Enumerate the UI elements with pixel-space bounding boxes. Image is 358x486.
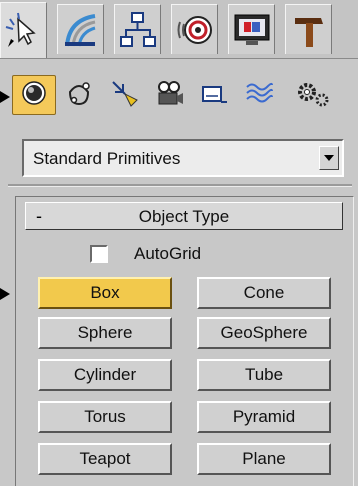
- shapes-button[interactable]: [57, 75, 101, 115]
- plane-button[interactable]: Plane: [197, 443, 331, 475]
- rollout-title: Object Type: [138, 207, 230, 226]
- cameras-icon: [154, 78, 184, 113]
- tube-button[interactable]: Tube: [197, 359, 331, 391]
- shapes-icon: [64, 78, 94, 113]
- modify-tab-icon: [61, 10, 101, 50]
- create-tab[interactable]: [0, 2, 47, 58]
- pyramid-button[interactable]: Pyramid: [197, 401, 331, 433]
- space-warps-icon: [244, 78, 274, 113]
- systems-button[interactable]: [282, 75, 342, 115]
- display-tab[interactable]: [228, 4, 275, 54]
- box-button[interactable]: Box: [38, 277, 172, 309]
- display-tab-icon: [232, 10, 272, 50]
- geometry-icon: [19, 78, 49, 113]
- active-category-arrow: [0, 91, 10, 103]
- helpers-icon: [199, 78, 229, 113]
- systems-icon: [295, 78, 329, 113]
- cone-button[interactable]: Cone: [197, 277, 331, 309]
- lights-icon: [109, 78, 139, 113]
- geometry-button[interactable]: [12, 75, 56, 115]
- motion-tab[interactable]: [171, 4, 218, 54]
- utilities-tab-icon: [289, 10, 329, 50]
- chevron-down-icon: [323, 149, 335, 167]
- autogrid-checkbox[interactable]: [90, 245, 108, 263]
- primitives-type-dropdown[interactable]: Standard Primitives: [22, 139, 344, 177]
- cameras-button[interactable]: [147, 75, 191, 115]
- helpers-button[interactable]: [192, 75, 236, 115]
- category-toolbar: [0, 62, 358, 128]
- teapot-button[interactable]: Teapot: [38, 443, 172, 475]
- dropdown-toggle-button[interactable]: [319, 146, 339, 170]
- space-warps-button[interactable]: [237, 75, 281, 115]
- hierarchy-tab[interactable]: [114, 4, 161, 54]
- autogrid-label: AutoGrid: [134, 244, 202, 263]
- command-panel-tabs: [0, 0, 358, 59]
- geosphere-button[interactable]: GeoSphere: [197, 317, 331, 349]
- cylinder-button[interactable]: Cylinder: [38, 359, 172, 391]
- object-type-rollout-header[interactable]: - Object Type: [25, 202, 343, 230]
- lights-button[interactable]: [102, 75, 146, 115]
- dropdown-selected-value: Standard Primitives: [33, 149, 181, 168]
- modify-tab[interactable]: [57, 4, 104, 54]
- motion-tab-icon: [175, 10, 215, 50]
- utilities-tab[interactable]: [285, 4, 332, 54]
- torus-button[interactable]: Torus: [38, 401, 172, 433]
- divider: [8, 184, 352, 187]
- autogrid-option[interactable]: AutoGrid: [90, 241, 201, 267]
- sphere-button[interactable]: Sphere: [38, 317, 172, 349]
- active-tool-arrow: [0, 288, 10, 300]
- create-tab-icon: [4, 11, 44, 51]
- hierarchy-tab-icon: [118, 10, 158, 50]
